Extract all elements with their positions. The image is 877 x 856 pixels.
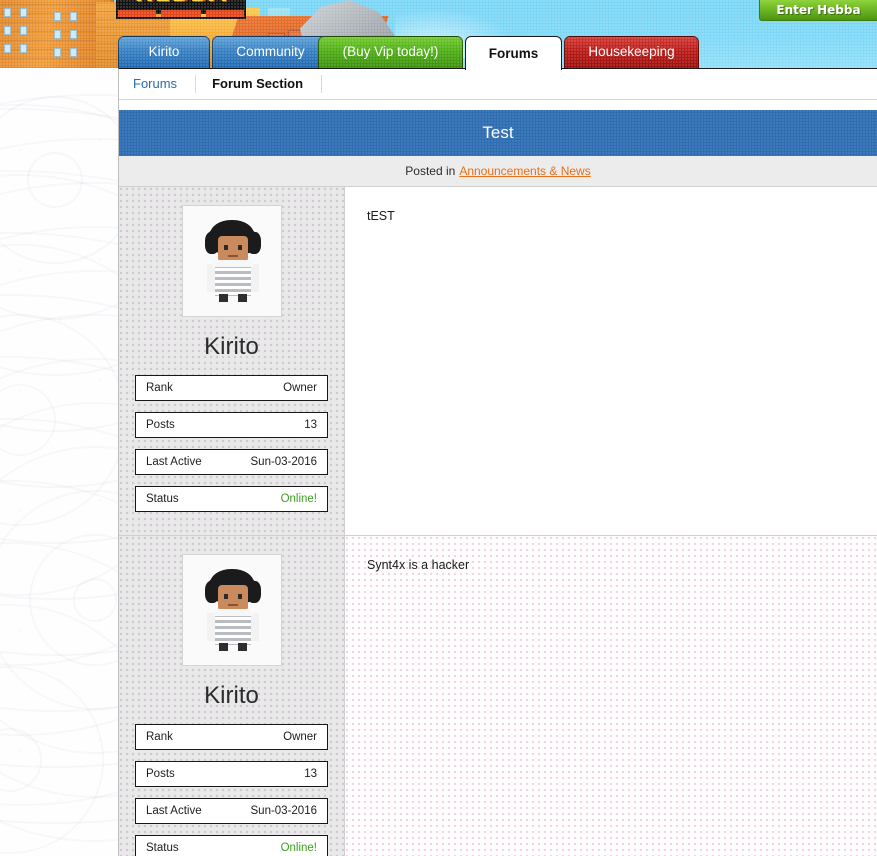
avatar-shirt-icon <box>214 262 251 296</box>
author-status-label: Status <box>146 842 179 854</box>
status-badge: Online! <box>280 842 317 854</box>
nav-tab-label: Forums <box>488 46 539 61</box>
enter-hebba-button[interactable]: Enter Hebba <box>759 0 877 21</box>
author-posts-value: 13 <box>304 419 317 431</box>
thread-title-text: Test <box>482 123 514 142</box>
site-logo-stripes <box>118 10 244 17</box>
breadcrumb-forums[interactable]: Forums <box>133 75 197 93</box>
breadcrumb: Forums Forum Section <box>119 69 877 100</box>
author-rank-value: Owner <box>283 731 317 743</box>
avatar-arm-right-icon <box>249 264 259 292</box>
author-posts-label: Posts <box>146 419 175 431</box>
post-author-name[interactable]: Kirito <box>135 682 328 710</box>
author-rank-row: Rank Owner <box>135 724 328 750</box>
avatar-face-icon <box>217 236 248 262</box>
author-status-label: Status <box>146 493 179 505</box>
posted-in-label: Posted in <box>405 164 456 178</box>
author-status-row: Status Online! <box>135 486 328 512</box>
avatar-mouth-icon <box>227 604 238 606</box>
nav-tab-label: Community <box>236 44 305 59</box>
author-rank-value: Owner <box>283 382 317 394</box>
nav-tab-forums[interactable]: Forums <box>465 36 562 70</box>
author-rank-row: Rank Owner <box>135 375 328 401</box>
avatar-eye-left-icon <box>223 594 228 599</box>
post-author-panel: Kirito Rank Owner Posts 13 Last Active S… <box>119 536 345 856</box>
page-root: HEBBA Enter Hebba Kirito Community (Buy … <box>0 0 877 856</box>
author-posts-value: 13 <box>304 768 317 780</box>
nav-tab-label: (Buy Vip today!) <box>342 44 439 59</box>
avatar-hair-right-icon <box>246 232 261 254</box>
post-message: Synt4x is a hacker <box>345 536 877 856</box>
post-message: tEST <box>367 209 395 223</box>
avatar-mouth-icon <box>227 255 238 257</box>
avatar-leg-right-icon <box>237 294 247 302</box>
author-last-active-row: Last Active Sun-03-2016 <box>135 798 328 824</box>
post-item: Kirito Rank Owner Posts 13 Last Active S… <box>119 536 877 856</box>
author-posts-label: Posts <box>146 768 175 780</box>
author-last-active-label: Last Active <box>146 805 202 817</box>
nav-tab-label: Kirito <box>148 44 180 59</box>
nav-tab-kirito[interactable]: Kirito <box>118 36 210 68</box>
nav-tab-community[interactable]: Community <box>212 36 329 68</box>
author-last-active-row: Last Active Sun-03-2016 <box>135 449 328 475</box>
posted-in-bar: Posted in Announcements & News <box>119 156 877 187</box>
avatar-eye-right-icon <box>237 245 242 250</box>
author-last-active-label: Last Active <box>146 456 202 468</box>
avatar-face-icon <box>217 585 248 611</box>
avatar-arm-right-icon <box>249 613 259 641</box>
main-navigation: Kirito Community (Buy Vip today!) Forums… <box>118 36 877 70</box>
author-last-active-value: Sun-03-2016 <box>250 456 318 468</box>
author-status-row: Status Online! <box>135 835 328 856</box>
avatar[interactable] <box>181 205 282 317</box>
avatar-leg-left-icon <box>218 294 228 302</box>
author-posts-row: Posts 13 <box>135 761 328 787</box>
author-posts-row: Posts 13 <box>135 412 328 438</box>
author-rank-label: Rank <box>146 382 173 394</box>
post-item: Kirito Rank Owner Posts 13 Last Active S… <box>119 187 877 536</box>
avatar-shoulders-icon <box>212 260 253 267</box>
breadcrumb-current: Forum Section <box>212 75 323 93</box>
avatar-hair-right-icon <box>246 581 261 603</box>
post-author-name[interactable]: Kirito <box>135 333 328 361</box>
nav-tab-buy-vip[interactable]: (Buy Vip today!) <box>318 36 463 68</box>
avatar-eye-left-icon <box>223 245 228 250</box>
avatar-eye-right-icon <box>237 594 242 599</box>
author-rank-label: Rank <box>146 731 173 743</box>
avatar-leg-right-icon <box>237 643 247 651</box>
avatar-shoulders-icon <box>212 609 253 616</box>
posted-in-category-link[interactable]: Announcements & News <box>459 164 590 178</box>
avatar-hair-left-icon <box>204 232 219 254</box>
avatar-shirt-icon <box>214 611 251 645</box>
avatar[interactable] <box>181 554 282 666</box>
avatar-hair-left-icon <box>204 581 219 603</box>
post-author-panel: Kirito Rank Owner Posts 13 Last Active S… <box>119 187 345 535</box>
nav-tab-label: Housekeeping <box>588 44 675 59</box>
content-card: Forums Forum Section Test Posted in Anno… <box>118 68 877 856</box>
thread-title-bar: Test <box>119 110 877 156</box>
nav-tab-housekeeping[interactable]: Housekeeping <box>564 36 699 68</box>
avatar-leg-left-icon <box>218 643 228 651</box>
status-badge: Online! <box>280 493 317 505</box>
author-last-active-value: Sun-03-2016 <box>250 805 318 817</box>
